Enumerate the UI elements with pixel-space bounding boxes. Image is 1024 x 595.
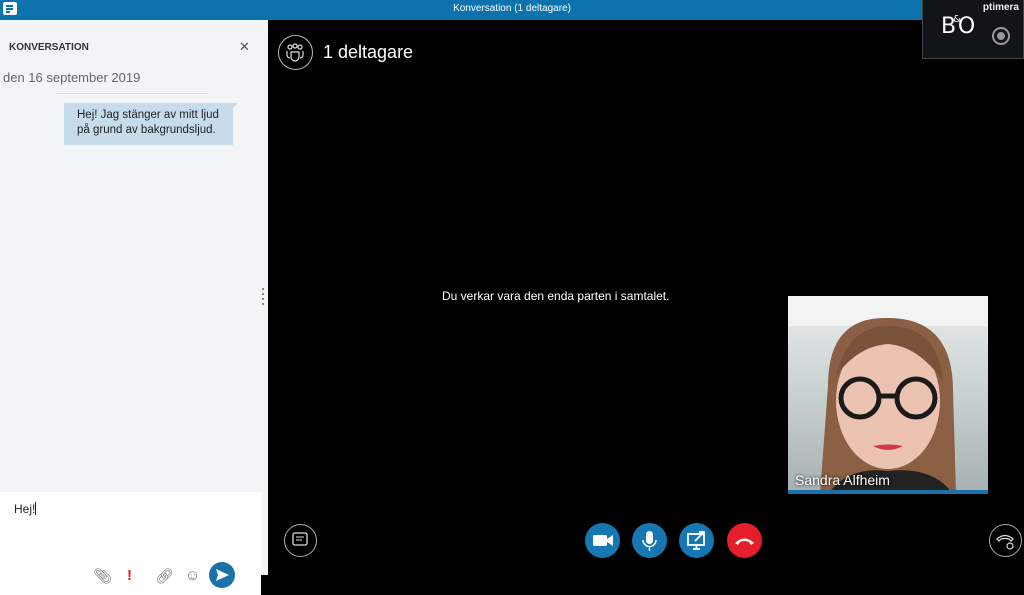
participant-count: 1 deltagare — [323, 42, 414, 62]
link-icon[interactable]: 🔗︎ — [155, 567, 174, 585]
self-video-name: Sandra Alfheim — [795, 472, 890, 488]
message-compose-area[interactable]: Hej! 📎︎ ! 🔗︎ ☺ — [0, 492, 261, 595]
pane-resize-handle[interactable] — [262, 288, 265, 308]
microphone-button[interactable] — [632, 523, 667, 558]
send-button[interactable] — [209, 562, 235, 588]
self-video-preview[interactable]: Sandra Alfheim — [788, 296, 988, 494]
message-bubble: Hej! Jag stänger av mitt ljud på grund a… — [64, 103, 238, 145]
bo-overlay: ptimera B&O — [922, 0, 1024, 59]
window-title: Konversation (1 deltagare) — [453, 3, 571, 14]
message-input[interactable]: Hej! — [14, 502, 37, 516]
phone-settings-icon — [996, 534, 1014, 550]
video-icon — [593, 535, 613, 546]
microphone-icon — [642, 531, 657, 551]
video-button[interactable] — [585, 523, 620, 558]
chat-icon — [292, 532, 308, 546]
input-value: Hej! — [14, 502, 36, 516]
call-controls-button[interactable] — [989, 524, 1022, 557]
title-bar: Konversation (1 deltagare) — [0, 0, 1024, 20]
overlay-label: ptimera — [982, 2, 1019, 13]
record-icon[interactable] — [992, 27, 1010, 45]
close-conversation-button[interactable]: ✕ — [239, 39, 250, 55]
paperclip-icon[interactable]: 📎︎ — [93, 567, 112, 585]
hang-up-button[interactable] — [727, 523, 762, 558]
share-screen-button[interactable] — [679, 523, 714, 558]
call-status-message: Du verkar vara den enda parten i samtale… — [442, 289, 670, 303]
person-video-image — [788, 296, 988, 494]
urgent-icon[interactable]: ! — [127, 567, 132, 584]
divider — [56, 93, 208, 94]
message-line: på grund av bakgrundsljud. — [77, 124, 216, 136]
video-active-bar — [788, 490, 988, 494]
conversation-heading: KONVERSATION — [9, 42, 89, 53]
hang-up-icon — [735, 538, 754, 545]
message-date: den 16 september 2019 — [3, 70, 141, 85]
participants-button[interactable] — [278, 35, 313, 70]
message-line: Hej! Jag stänger av mitt ljud — [77, 109, 219, 121]
participants-icon — [286, 43, 304, 62]
conversation-pane: KONVERSATION ✕ den 16 september 2019 Hej… — [0, 20, 268, 595]
emoji-icon[interactable]: ☺ — [185, 567, 200, 584]
show-conversation-button[interactable] — [284, 524, 317, 557]
chat-app-icon — [3, 2, 17, 15]
share-screen-icon — [687, 531, 705, 550]
send-icon — [216, 569, 229, 581]
bo-logo: B&O — [941, 14, 975, 39]
